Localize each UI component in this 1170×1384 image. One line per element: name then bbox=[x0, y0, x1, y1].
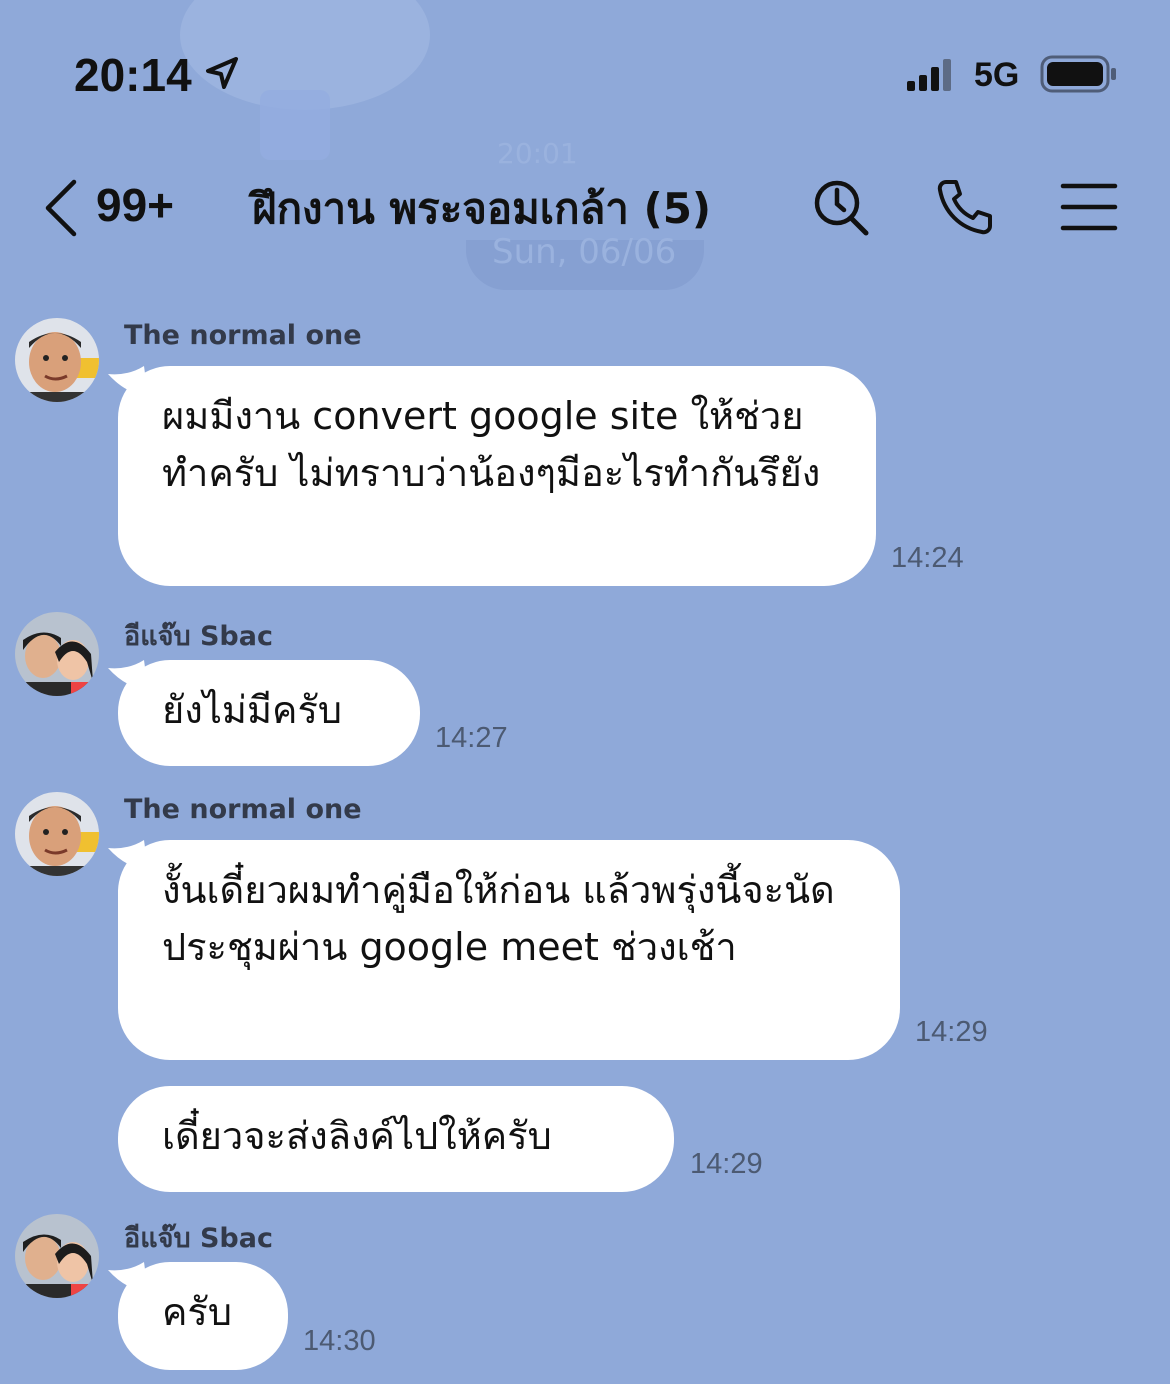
avatar-image bbox=[15, 612, 99, 696]
avatar[interactable] bbox=[15, 1214, 99, 1298]
avatar[interactable] bbox=[15, 318, 99, 402]
message-time: 14:29 bbox=[690, 1148, 763, 1180]
message-time: 14:30 bbox=[303, 1325, 376, 1357]
message-bubble[interactable]: ครับ bbox=[118, 1262, 288, 1370]
message-text: ผมมีงาน convert google site ให้ช่วยทำครั… bbox=[162, 394, 821, 495]
message-bubble[interactable]: ผมมีงาน convert google site ให้ช่วยทำครั… bbox=[118, 366, 876, 586]
menu-icon[interactable] bbox=[1058, 176, 1120, 238]
message-bubble[interactable]: ยังไม่มีครับ bbox=[118, 660, 420, 766]
sender-name: The normal one bbox=[124, 794, 362, 825]
back-icon[interactable] bbox=[40, 178, 80, 238]
signal-icon bbox=[907, 59, 951, 91]
message-time: 14:29 bbox=[915, 1016, 988, 1048]
avatar[interactable] bbox=[15, 792, 99, 876]
sender-name: อีแจ๊บ Sbac bbox=[124, 621, 273, 652]
message-text: งั้นเดี๋ยวผมทำคู่มือให้ก่อน แล้วพรุ่งนี้… bbox=[162, 868, 835, 969]
background-time: 20:01 bbox=[497, 137, 578, 170]
battery-icon bbox=[1040, 55, 1116, 93]
avatar-image bbox=[15, 318, 99, 402]
unread-count[interactable]: 99+ bbox=[96, 178, 174, 232]
chat-title: ฝึกงาน พระจอมเกล้า (5) bbox=[252, 184, 712, 233]
message-text: เดี๋ยวจะส่งลิงค์ไปให้ครับ bbox=[162, 1114, 552, 1158]
message-time: 14:27 bbox=[435, 722, 508, 754]
location-arrow-icon bbox=[206, 57, 238, 89]
phone-icon[interactable] bbox=[934, 176, 996, 238]
message-bubble[interactable]: งั้นเดี๋ยวผมทำคู่มือให้ก่อน แล้วพรุ่งนี้… bbox=[118, 840, 900, 1060]
message-text: ยังไม่มีครับ bbox=[162, 688, 342, 732]
message-bubble[interactable]: เดี๋ยวจะส่งลิงค์ไปให้ครับ bbox=[118, 1086, 674, 1192]
sender-name: The normal one bbox=[124, 320, 362, 351]
search-icon[interactable] bbox=[810, 176, 872, 238]
sender-name: อีแจ๊บ Sbac bbox=[124, 1223, 273, 1254]
avatar-image bbox=[15, 792, 99, 876]
background-decoration bbox=[260, 90, 330, 160]
message-text: ครับ bbox=[162, 1290, 232, 1334]
network-type: 5G bbox=[974, 56, 1020, 94]
message-time: 14:24 bbox=[891, 542, 964, 574]
avatar-image bbox=[15, 1214, 99, 1298]
status-time: 20:14 bbox=[74, 49, 192, 101]
avatar[interactable] bbox=[15, 612, 99, 696]
